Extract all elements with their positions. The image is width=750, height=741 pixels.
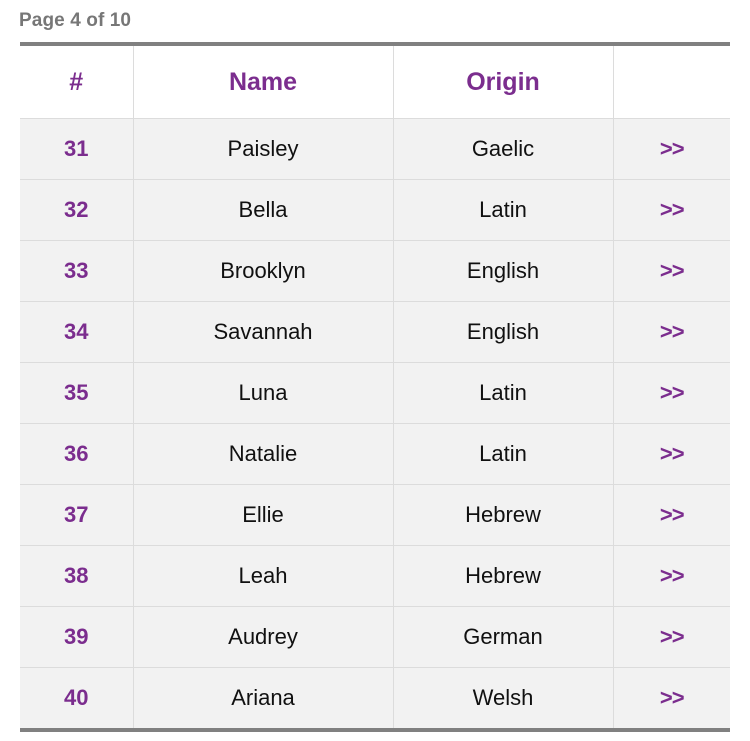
cell-name: Leah — [132, 545, 394, 607]
cell-origin: English — [392, 301, 614, 363]
cell-name: Paisley — [132, 118, 394, 180]
page-container: Page 4 of 10 # Name Origin 31 Paisley Gael… — [0, 0, 750, 741]
cell-origin: German — [392, 606, 614, 668]
double-chevron-right-icon[interactable]: >> — [660, 443, 685, 465]
column-header-name[interactable]: Name — [132, 46, 394, 119]
table-body: 31 Paisley Gaelic >> 32 Bella Latin >> 33 Brookly… — [20, 118, 730, 728]
column-header-action — [612, 46, 730, 119]
cell-origin: Hebrew — [392, 545, 614, 607]
table-header-row: # Name Origin — [20, 46, 730, 119]
table-row[interactable]: 37 Ellie Hebrew >> — [20, 484, 730, 546]
cell-name: Ellie — [132, 484, 394, 546]
table-row[interactable]: 33 Brooklyn English >> — [20, 240, 730, 302]
cell-action: >> — [612, 362, 730, 424]
cell-origin: Latin — [392, 179, 614, 241]
pagination-label: Page 4 of 10 — [19, 10, 132, 31]
cell-action: >> — [612, 118, 730, 180]
cell-number: 38 — [20, 545, 134, 607]
cell-origin: Welsh — [392, 667, 614, 728]
double-chevron-right-icon[interactable]: >> — [660, 199, 685, 221]
cell-name: Ariana — [132, 667, 394, 728]
cell-name: Brooklyn — [132, 240, 394, 302]
double-chevron-right-icon[interactable]: >> — [660, 687, 685, 709]
cell-number: 36 — [20, 423, 134, 485]
table-row[interactable]: 36 Natalie Latin >> — [20, 423, 730, 485]
cell-origin: Hebrew — [392, 484, 614, 546]
double-chevron-right-icon[interactable]: >> — [660, 321, 685, 343]
cell-name: Audrey — [132, 606, 394, 668]
cell-name: Natalie — [132, 423, 394, 485]
cell-action: >> — [612, 667, 730, 728]
cell-number: 39 — [20, 606, 134, 668]
cell-action: >> — [612, 606, 730, 668]
table-header: # Name Origin — [20, 46, 730, 119]
cell-number: 31 — [20, 118, 134, 180]
table-row[interactable]: 32 Bella Latin >> — [20, 179, 730, 241]
cell-action: >> — [612, 484, 730, 546]
cell-action: >> — [612, 240, 730, 302]
cell-action: >> — [612, 423, 730, 485]
double-chevron-right-icon[interactable]: >> — [660, 504, 685, 526]
cell-origin: Gaelic — [392, 118, 614, 180]
double-chevron-right-icon[interactable]: >> — [660, 138, 685, 160]
table-row[interactable]: 38 Leah Hebrew >> — [20, 545, 730, 607]
cell-number: 34 — [20, 301, 134, 363]
cell-number: 33 — [20, 240, 134, 302]
cell-number: 35 — [20, 362, 134, 424]
table-row[interactable]: 34 Savannah English >> — [20, 301, 730, 363]
cell-action: >> — [612, 545, 730, 607]
double-chevron-right-icon[interactable]: >> — [660, 565, 685, 587]
cell-origin: English — [392, 240, 614, 302]
column-header-origin[interactable]: Origin — [392, 46, 614, 119]
cell-number: 37 — [20, 484, 134, 546]
cell-number: 40 — [20, 667, 134, 728]
double-chevron-right-icon[interactable]: >> — [660, 382, 685, 404]
column-header-number[interactable]: # — [20, 46, 134, 119]
cell-name: Luna — [132, 362, 394, 424]
names-table-container: # Name Origin 31 Paisley Gaelic >> 32 Bella La… — [20, 42, 730, 732]
cell-number: 32 — [20, 179, 134, 241]
table-row[interactable]: 35 Luna Latin >> — [20, 362, 730, 424]
cell-name: Bella — [132, 179, 394, 241]
names-table: # Name Origin 31 Paisley Gaelic >> 32 Bella La… — [20, 46, 730, 728]
double-chevron-right-icon[interactable]: >> — [660, 260, 685, 282]
table-row[interactable]: 40 Ariana Welsh >> — [20, 667, 730, 728]
cell-origin: Latin — [392, 362, 614, 424]
double-chevron-right-icon[interactable]: >> — [660, 626, 685, 648]
cell-origin: Latin — [392, 423, 614, 485]
cell-action: >> — [612, 301, 730, 363]
table-row[interactable]: 31 Paisley Gaelic >> — [20, 118, 730, 180]
cell-name: Savannah — [132, 301, 394, 363]
table-row[interactable]: 39 Audrey German >> — [20, 606, 730, 668]
cell-action: >> — [612, 179, 730, 241]
